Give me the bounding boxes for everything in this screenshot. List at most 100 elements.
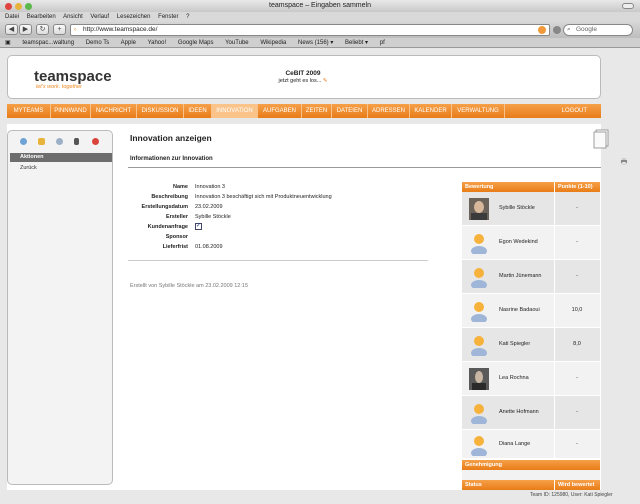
rating-user-name: Kati Spiegler <box>499 341 531 347</box>
magnifier-icon[interactable] <box>56 138 63 145</box>
tab-pinnwand[interactable]: PINNWAND <box>51 104 91 118</box>
reload-icon: ↻ <box>39 26 46 33</box>
document-icon <box>593 129 609 149</box>
minimize-window-icon[interactable] <box>15 3 22 10</box>
delete-icon[interactable] <box>92 138 99 145</box>
forward-button[interactable]: ▶ <box>19 24 32 35</box>
section-divider <box>128 167 601 168</box>
menu-ansicht[interactable]: Ansicht <box>63 14 83 20</box>
form-divider <box>128 260 428 261</box>
tab-aufgaben[interactable]: AUFGABEN <box>258 104 302 118</box>
bookmark-beliebt[interactable]: Beliebt ▾ <box>345 40 368 46</box>
rating-row: Diana Lange - <box>462 430 600 459</box>
actions-section-header: Aktionen <box>10 153 112 162</box>
back-button[interactable]: ◀ <box>5 24 18 35</box>
bookmark-demo-ts[interactable]: Demo Ts <box>86 40 110 46</box>
user-photo <box>469 198 489 220</box>
tab-innovation[interactable]: INNOVATION <box>212 104 258 118</box>
user-avatar-icon <box>471 336 487 356</box>
tab-zeiten[interactable]: ZEITEN <box>302 104 332 118</box>
rating-score: - <box>576 441 578 447</box>
back-link[interactable]: Zurück <box>20 165 37 171</box>
rating-user-name: Martin Jünemann <box>499 273 542 279</box>
site-header: teamspace let's work. together CeBIT 200… <box>7 55 601 99</box>
lock-icon[interactable] <box>38 138 45 145</box>
created-by-text: Erstellt von Sybille Stöckle am 23.02.20… <box>130 283 249 289</box>
rating-row: Martin Jünemann - <box>462 260 600 294</box>
zoom-window-icon[interactable] <box>25 3 32 10</box>
bookmark-news[interactable]: News (156) ▾ <box>298 40 333 46</box>
rating-score: - <box>576 375 578 381</box>
tab-myteams[interactable]: MYTEAMS <box>7 104 51 118</box>
rating-user-name: Egon Wedekind <box>499 239 538 245</box>
rating-header-punkte: Punkte (1-10) <box>555 182 600 192</box>
approval-body <box>462 470 600 480</box>
edit-icon[interactable]: ✎ <box>323 78 328 84</box>
main-navigation: MYTEAMS PINNWAND NACHRICHT DISKUSSION ID… <box>7 104 601 118</box>
back-arrow-icon: ◀ <box>8 26 15 33</box>
menu-bar: Datei Bearbeiten Ansicht Verlauf Lesezei… <box>0 12 640 22</box>
bookmark-yahoo[interactable]: Yahoo! <box>148 40 167 46</box>
tab-dateien[interactable]: DATEIEN <box>332 104 368 118</box>
sidebar: Aktionen Zurück <box>7 130 113 485</box>
close-window-icon[interactable] <box>5 3 12 10</box>
tab-nachricht[interactable]: NACHRICHT <box>91 104 137 118</box>
team-info-footer: Team ID: 125980, User: Kati Spiegler <box>530 492 613 498</box>
reload-button[interactable]: ↻ <box>36 24 49 35</box>
field-label-erstellungsdatum: Erstellungsdatum <box>141 204 188 210</box>
window-title: teamspace – Eingaben sammeln <box>269 2 371 9</box>
logout-link[interactable]: LOGOUT <box>562 104 587 118</box>
kundenanfrage-checkbox[interactable]: ✓ <box>195 223 202 230</box>
bookmark-teamspace[interactable]: teamspac...waltung <box>22 40 74 46</box>
rating-row: Egon Wedekind - <box>462 226 600 260</box>
bookmark-google-maps[interactable]: Google Maps <box>178 40 214 46</box>
search-icon: ⌕ <box>567 26 571 33</box>
menu-lesezeichen[interactable]: Lesezeichen <box>117 14 151 20</box>
user-avatar-icon <box>471 234 487 254</box>
bookmark-pf[interactable]: pf <box>380 40 385 46</box>
print-icon[interactable] <box>620 157 628 165</box>
tab-ideen[interactable]: IDEEN <box>184 104 212 118</box>
search-placeholder: Google <box>576 26 597 33</box>
menu-help[interactable]: ? <box>186 14 189 20</box>
tab-adressen[interactable]: ADRESSEN <box>368 104 410 118</box>
rating-row: Nasrine Badaoui 10,0 <box>462 294 600 328</box>
url-field[interactable]: ‹ http://www.teamspace.de/ <box>70 24 550 36</box>
url-text: http://www.teamspace.de/ <box>83 26 158 33</box>
rating-user-name: Sybille Stöckle <box>499 205 535 211</box>
browser-toolbar: ◀ ▶ ↻ + ‹ http://www.teamspace.de/ ⌕ Goo… <box>0 22 640 38</box>
trash-icon[interactable] <box>74 138 79 145</box>
bookmarks-icon[interactable]: ▣ <box>5 40 11 46</box>
toolbar-toggle-icon[interactable] <box>622 3 634 9</box>
rating-score: 10,0 <box>571 307 583 313</box>
add-bookmark-button[interactable]: + <box>53 24 66 35</box>
event-subtitle: jetzt geht es los... ✎ <box>278 78 328 84</box>
bookmark-apple[interactable]: Apple <box>121 40 136 46</box>
section-title: Informationen zur Innovation <box>130 156 213 162</box>
menu-fenster[interactable]: Fenster <box>158 14 178 20</box>
bookmark-wikipedia[interactable]: Wikipedia <box>260 40 286 46</box>
menu-verlauf[interactable]: Verlauf <box>90 14 109 20</box>
bookmark-youtube[interactable]: YouTube <box>225 40 249 46</box>
bookmarks-bar: ▣ teamspac...waltung Demo Ts Apple Yahoo… <box>0 38 640 48</box>
menu-datei[interactable]: Datei <box>5 14 19 20</box>
teamspace-logo[interactable]: teamspace <box>34 68 112 85</box>
user-photo <box>469 368 489 390</box>
reload-page-icon[interactable] <box>553 26 561 34</box>
rss-icon[interactable] <box>538 26 546 34</box>
comment-icon[interactable] <box>20 138 27 145</box>
tab-verwaltung[interactable]: VERWALTUNG <box>452 104 505 118</box>
tab-diskussion[interactable]: DISKUSSION <box>137 104 184 118</box>
menu-bearbeiten[interactable]: Bearbeiten <box>27 14 56 20</box>
user-avatar-icon <box>471 404 487 424</box>
search-input[interactable]: ⌕ Google <box>563 24 633 36</box>
rating-score: - <box>576 409 578 415</box>
field-label-kundenanfrage: Kundenanfrage <box>147 224 188 230</box>
field-label-name: Name <box>173 184 188 190</box>
rating-score: 8,0 <box>573 341 581 347</box>
user-avatar-icon <box>471 268 487 288</box>
tab-kalender[interactable]: KALENDER <box>410 104 452 118</box>
site-favicon-icon: ‹ <box>74 26 77 33</box>
field-value-lieferfrist: 01.08.2009 <box>195 244 223 250</box>
rating-score: - <box>576 205 578 211</box>
